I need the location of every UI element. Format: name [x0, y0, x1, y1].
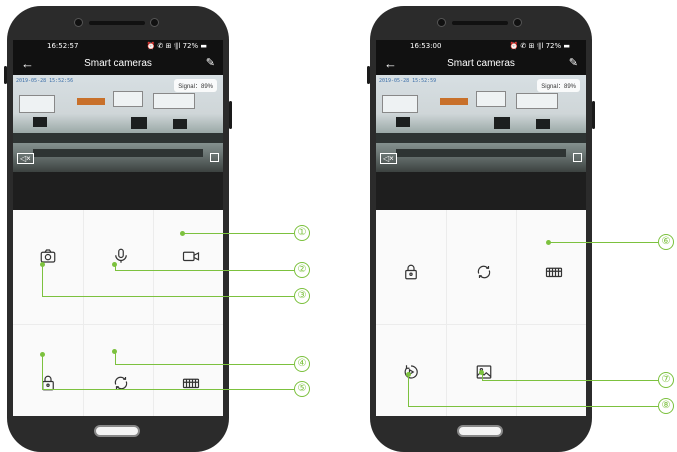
status-bar: 16:53:00 ⏰ ✆ ⊞ ᵎ∥l 72% ▬: [376, 40, 586, 53]
callout-number: ⑥: [658, 234, 674, 250]
scene-desk: [376, 133, 586, 143]
grid-divider: [13, 324, 223, 325]
scene-monitor: [494, 117, 510, 129]
callout-leader: [408, 406, 658, 408]
video-record-icon[interactable]: [179, 244, 203, 268]
phone-screen: 16:53:00 ⏰ ✆ ⊞ ᵎ∥l 72% ▬ ← Smart cameras…: [376, 40, 586, 416]
home-button[interactable]: [457, 425, 503, 437]
video-timestamp: 2019-05-28 15:52:59: [379, 78, 437, 84]
scene-monitor: [536, 119, 550, 129]
app-bar: ← Smart cameras ✎: [376, 53, 586, 75]
video-timestamp: 2019-05-28 15:52:56: [16, 78, 74, 84]
pencil-icon[interactable]: ✎: [206, 56, 215, 69]
grid-divider: [516, 210, 517, 416]
front-camera: [437, 18, 446, 27]
page-title: Smart cameras: [447, 58, 515, 69]
status-icons: ⏰ ✆ ⊞ ᵎ∥l 72% ▬: [509, 42, 570, 50]
earpiece-speaker: [89, 21, 145, 25]
phone-frame-right: 16:53:00 ⏰ ✆ ⊞ ᵎ∥l 72% ▬ ← Smart cameras…: [367, 6, 595, 452]
scene-desk: [33, 149, 203, 157]
callout-leader: [42, 389, 294, 391]
keyboard-icon[interactable]: [179, 371, 203, 395]
side-button: [592, 101, 595, 129]
side-button: [367, 66, 370, 84]
fullscreen-icon[interactable]: [210, 153, 219, 162]
fullscreen-icon[interactable]: [573, 153, 582, 162]
lock-icon[interactable]: [399, 260, 423, 284]
grid-divider: [376, 324, 586, 325]
scene-window: [153, 93, 195, 109]
status-bar: 16:52:57 ⏰ ✆ ⊞ ᵎ∥l 72% ▬: [13, 40, 223, 53]
callout-leader: [482, 372, 484, 380]
callout-number: ⑤: [294, 381, 310, 397]
camera-live-view[interactable]: 2019-05-28 15:52:59 Signal：89% ◁×: [376, 75, 586, 210]
scene-window: [113, 91, 143, 107]
refresh-icon[interactable]: [109, 371, 133, 395]
scene-window: [19, 95, 55, 113]
home-button[interactable]: [94, 425, 140, 437]
status-time: 16:52:57: [47, 42, 79, 50]
callout-number: ③: [294, 288, 310, 304]
scene-window: [476, 91, 506, 107]
callout-leader: [42, 264, 44, 296]
lock-icon[interactable]: [36, 371, 60, 395]
callout-number: ④: [294, 356, 310, 372]
callout-number: ①: [294, 225, 310, 241]
scene-desk: [396, 149, 566, 157]
sensor-dot: [513, 18, 522, 27]
playback-icon[interactable]: [399, 360, 423, 384]
side-button: [4, 66, 7, 84]
callout-leader: [182, 233, 294, 235]
signal-badge: Signal：89%: [537, 79, 580, 92]
speaker-mute-icon[interactable]: ◁×: [380, 153, 397, 164]
control-grid: [13, 210, 223, 416]
callout-leader: [548, 242, 658, 244]
camera-live-view[interactable]: 2019-05-28 15:52:56 Signal：89% ◁×: [13, 75, 223, 210]
speaker-mute-icon[interactable]: ◁×: [17, 153, 34, 164]
callout-leader: [42, 296, 294, 298]
status-time: 16:53:00: [410, 42, 442, 50]
scene-banner: [440, 98, 468, 105]
grid-divider: [153, 210, 154, 416]
scene-monitor: [33, 117, 47, 127]
callout-number: ⑦: [658, 372, 674, 388]
pencil-icon[interactable]: ✎: [569, 56, 578, 69]
callout-leader: [115, 364, 294, 366]
callout-number: ②: [294, 262, 310, 278]
sensor-dot: [150, 18, 159, 27]
signal-badge: Signal：89%: [174, 79, 217, 92]
scene-desk: [13, 133, 223, 143]
phone-screen: 16:52:57 ⏰ ✆ ⊞ ᵎ∥l 72% ▬ ← Smart cameras…: [13, 40, 223, 416]
callout-leader: [115, 270, 294, 272]
callout-number: ⑧: [658, 398, 674, 414]
refresh-icon[interactable]: [472, 260, 496, 284]
phone-frame-left: 16:52:57 ⏰ ✆ ⊞ ᵎ∥l 72% ▬ ← Smart cameras…: [4, 6, 232, 452]
scene-monitor: [173, 119, 187, 129]
page-title: Smart cameras: [84, 58, 152, 69]
scene-window: [382, 95, 418, 113]
callout-leader: [115, 351, 117, 364]
callout-leader: [408, 374, 410, 406]
scene-window: [516, 93, 558, 109]
callout-leader: [42, 354, 44, 389]
callout-leader: [482, 380, 658, 382]
side-button: [229, 101, 232, 129]
scene-banner: [77, 98, 105, 105]
status-icons: ⏰ ✆ ⊞ ᵎ∥l 72% ▬: [146, 42, 207, 50]
earpiece-speaker: [452, 21, 508, 25]
scene-monitor: [396, 117, 410, 127]
front-camera: [74, 18, 83, 27]
grid-divider: [446, 210, 447, 416]
app-bar: ← Smart cameras ✎: [13, 53, 223, 75]
grid-divider: [83, 210, 84, 416]
keyboard-icon[interactable]: [542, 260, 566, 284]
scene-monitor: [131, 117, 147, 129]
